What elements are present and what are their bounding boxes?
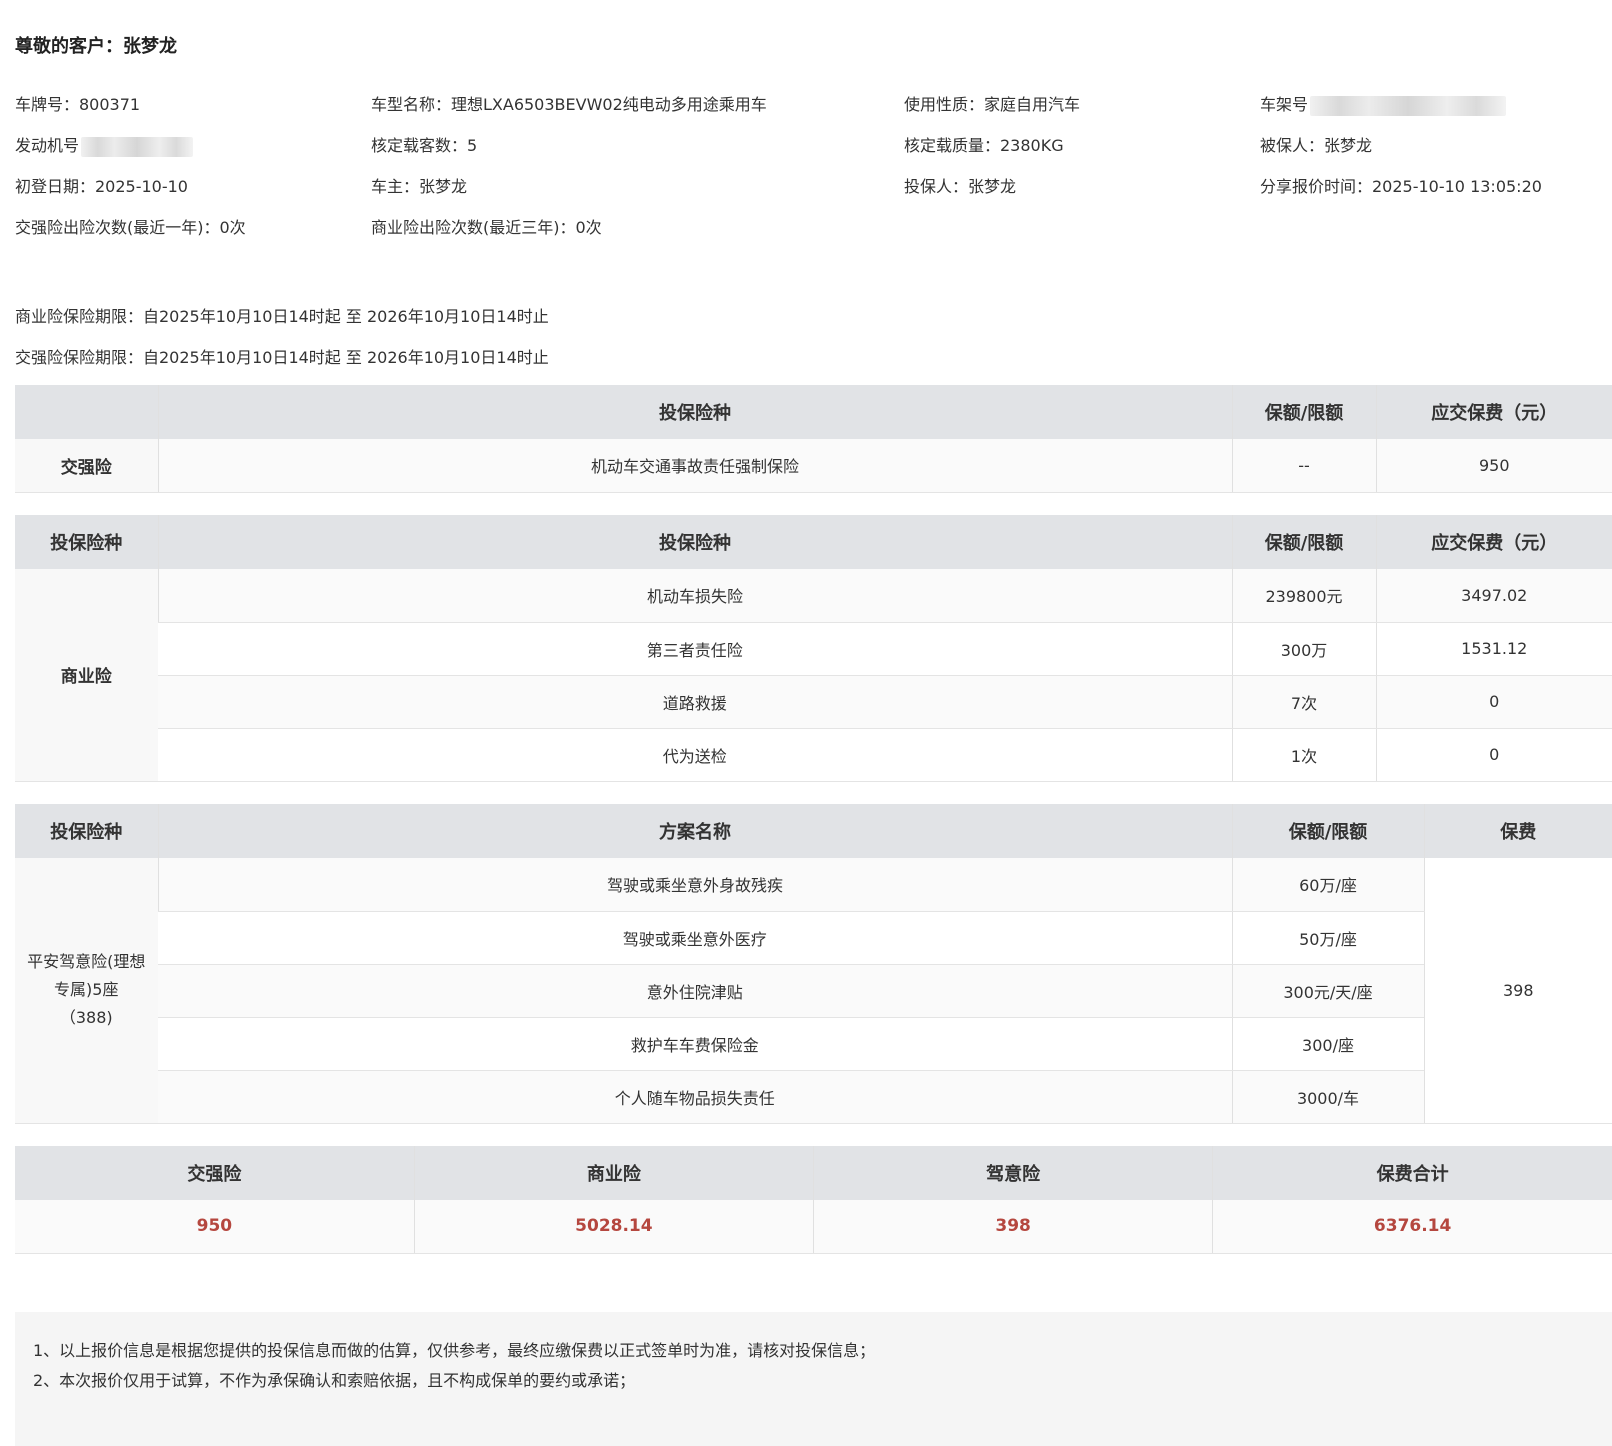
customer-greeting: 尊敬的客户：张梦龙	[15, 36, 177, 57]
first-registration-date: 初登日期：2025-10-10	[15, 177, 188, 196]
table-header: 投保险种 保额/限额 应交保费（元）	[15, 385, 1612, 439]
seat-count: 核定载客数：5	[371, 136, 478, 155]
table-header: 交强险 商业险 驾意险 保费合计	[15, 1146, 1612, 1200]
policy-applicant: 投保人：张梦龙	[904, 177, 1017, 196]
insured-person: 被保人：张梦龙	[1260, 136, 1373, 155]
header-cell: 保费	[1423, 804, 1612, 858]
ctp-claim-count: 交强险出险次数(最近一年)：0次	[15, 218, 246, 237]
coverage-name: 机动车交通事故责任强制保险	[157, 439, 1232, 493]
vin-label: 车架号	[1260, 95, 1309, 114]
accident-plan-label: 平安驾意险(理想专属)5座 （388)	[15, 858, 158, 1124]
coverage-amount: 1次	[1231, 728, 1376, 782]
ctp-total: 950	[15, 1200, 415, 1254]
coverage-premium: 0	[1375, 675, 1612, 729]
table-row: 交强险 机动车交通事故责任强制保险 -- 950	[15, 439, 1612, 493]
header-cell: 商业险	[413, 1146, 814, 1200]
info-row-3: 初登日期：2025-10-10 车主：张梦龙 投保人：张梦龙 分享报价时间：20…	[15, 173, 1612, 196]
plan-item-amount: 3000/车	[1231, 1070, 1424, 1124]
note-item: 2、本次报价仅用于试算，不作为承保确认和索赔依据，且不构成保单的要约或承诺；	[33, 1371, 636, 1390]
engine-redacted	[81, 136, 194, 157]
note-item: 1、以上报价信息是根据您提供的投保信息而做的估算，仅供参考，最终应缴保费以正式签…	[33, 1341, 876, 1360]
header-cell: 保额/限额	[1231, 804, 1424, 858]
accident-total: 398	[812, 1200, 1213, 1254]
header-cell: 投保险种	[15, 804, 158, 858]
table-row: 个人随车物品损失责任 3000/车	[15, 1070, 1612, 1124]
info-row-2: 发动机号 核定载客数：5 核定载质量：2380KG 被保人：张梦龙	[15, 132, 1612, 157]
vehicle-model: 车型名称：理想LXA6503BEVW02纯电动多用途乘用车	[371, 95, 767, 114]
engine-label: 发动机号	[15, 136, 80, 155]
table-row: 意外住院津贴 300元/天/座	[15, 964, 1612, 1018]
header-cell: 方案名称	[157, 804, 1232, 858]
header-cell: 应交保费（元）	[1375, 515, 1612, 569]
coverage-premium: 3497.02	[1375, 569, 1612, 623]
coverage-amount: 239800元	[1231, 569, 1376, 623]
coverage-amount: 300万	[1231, 622, 1376, 676]
coverage-amount: 7次	[1231, 675, 1376, 729]
vehicle-owner: 车主：张梦龙	[371, 177, 468, 196]
vin-field: 车架号	[1260, 91, 1507, 116]
commercial-claim-count: 商业险出险次数(最近三年)：0次	[371, 218, 602, 237]
disclaimer-notes: 1、以上报价信息是根据您提供的投保信息而做的估算，仅供参考，最终应缴保费以正式签…	[15, 1312, 1612, 1446]
accident-insurance-table: 投保险种 方案名称 保额/限额 保费 平安驾意险(理想专属)5座 （388) 驾…	[15, 804, 1612, 1124]
header-cell	[15, 385, 158, 439]
info-row-4: 交强险出险次数(最近一年)：0次 商业险出险次数(最近三年)：0次	[15, 214, 1612, 237]
table-row: 平安驾意险(理想专属)5座 （388) 驾驶或乘坐意外身故残疾 60万/座 39…	[15, 858, 1612, 1124]
table-row: 代为送检 1次 0	[15, 728, 1612, 782]
plan-item-name: 驾驶或乘坐意外医疗	[158, 911, 1232, 965]
plan-item-amount: 300/座	[1231, 1017, 1424, 1071]
coverage-name: 机动车损失险	[157, 569, 1232, 623]
header-cell: 保额/限额	[1231, 385, 1376, 439]
quote-page: 尊敬的客户：张梦龙 车牌号：800371 车型名称：理想LXA6503BEVW0…	[0, 0, 1612, 1446]
commercial-table: 投保险种 投保险种 保额/限额 应交保费（元） 商业险 机动车损失险 23980…	[15, 515, 1612, 782]
table-row: 950 5028.14 398 6376.14	[15, 1200, 1612, 1254]
header-cell: 交强险	[15, 1146, 415, 1200]
header-cell: 应交保费（元）	[1375, 385, 1612, 439]
coverage-name: 道路救援	[158, 675, 1232, 729]
table-row: 商业险 机动车损失险 239800元 3497.02	[15, 569, 1612, 782]
coverage-premium: 0	[1375, 728, 1612, 782]
table-header: 投保险种 方案名称 保额/限额 保费	[15, 804, 1612, 858]
header-cell: 保额/限额	[1231, 515, 1376, 569]
table-row: 道路救援 7次 0	[15, 675, 1612, 729]
plan-item-name: 救护车车费保险金	[158, 1017, 1232, 1071]
plan-item-name: 驾驶或乘坐意外身故残疾	[157, 858, 1232, 912]
coverage-premium: 1531.12	[1375, 622, 1612, 676]
accident-premium: 398	[1423, 858, 1612, 1124]
plate-number: 车牌号：800371	[15, 95, 141, 114]
plan-item-amount: 60万/座	[1231, 858, 1424, 912]
ctp-table: 投保险种 保额/限额 应交保费（元） 交强险 机动车交通事故责任强制保险 -- …	[15, 385, 1612, 493]
grand-total: 6376.14	[1212, 1200, 1612, 1254]
coverage-name: 代为送检	[158, 728, 1232, 782]
ctp-row-label: 交强险	[15, 439, 158, 493]
commercial-total: 5028.14	[413, 1200, 814, 1254]
plan-item-amount: 300元/天/座	[1231, 964, 1424, 1018]
commercial-period: 商业险保险期限：自2025年10月10日14时起 至 2026年10月10日14…	[15, 307, 549, 326]
header-cell: 投保险种	[157, 515, 1232, 569]
table-row: 救护车车费保险金 300/座	[15, 1017, 1612, 1071]
plan-item-name: 个人随车物品损失责任	[158, 1070, 1232, 1124]
commercial-row-label: 商业险	[15, 569, 158, 782]
header-cell: 保费合计	[1212, 1146, 1612, 1200]
coverage-amount: --	[1231, 439, 1376, 493]
premium-summary-table: 交强险 商业险 驾意险 保费合计 950 5028.14 398 6376.14	[15, 1146, 1612, 1254]
plan-item-name: 意外住院津贴	[158, 964, 1232, 1018]
table-row: 第三者责任险 300万 1531.12	[15, 622, 1612, 676]
header-cell: 投保险种	[15, 515, 158, 569]
ctp-period: 交强险保险期限：自2025年10月10日14时起 至 2026年10月10日14…	[15, 348, 549, 367]
engine-field: 发动机号	[15, 132, 194, 157]
coverage-name: 第三者责任险	[158, 622, 1232, 676]
info-row-1: 车牌号：800371 车型名称：理想LXA6503BEVW02纯电动多用途乘用车…	[15, 91, 1612, 116]
table-header: 投保险种 投保险种 保额/限额 应交保费（元）	[15, 515, 1612, 569]
plan-item-amount: 50万/座	[1231, 911, 1424, 965]
vin-redacted	[1310, 95, 1507, 116]
usage-type: 使用性质：家庭自用汽车	[904, 95, 1081, 114]
share-quote-time: 分享报价时间：2025-10-10 13:05:20	[1260, 177, 1542, 196]
coverage-premium: 950	[1375, 439, 1612, 493]
header-cell: 驾意险	[812, 1146, 1213, 1200]
header-cell: 投保险种	[157, 385, 1232, 439]
rated-mass: 核定载质量：2380KG	[904, 136, 1064, 155]
table-row: 驾驶或乘坐意外医疗 50万/座	[15, 911, 1612, 965]
